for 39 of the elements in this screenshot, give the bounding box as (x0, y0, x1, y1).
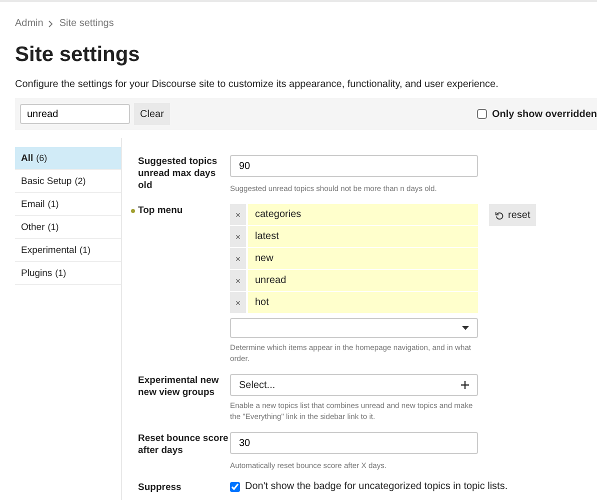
breadcrumb-link[interactable]: Admin (15, 18, 44, 29)
sidebar-item[interactable]: Email (1) (15, 193, 121, 216)
list-item: new (248, 248, 478, 269)
list-item: latest (248, 226, 478, 247)
list-item: unread (248, 270, 478, 291)
reset-button[interactable]: reset (489, 204, 536, 226)
filter-input[interactable]: unread (20, 104, 130, 124)
chevron-icon (48, 20, 54, 28)
checkbox-label: Don't show the badge for uncategorized topics in topic lists. (245, 481, 508, 492)
remove-button[interactable]: × (230, 226, 246, 247)
caret-icon (462, 326, 469, 330)
setting-label: Suggested topics unread max days old (138, 155, 218, 192)
remove-button[interactable]: × (230, 270, 246, 291)
page-title: Site settings (15, 43, 141, 67)
sidebar-item[interactable]: Other (1) (15, 216, 121, 239)
setting-label: Reset bounce score after days (138, 432, 230, 457)
plus-icon (461, 381, 469, 389)
list-item: categories (248, 204, 478, 225)
undo-icon (495, 210, 504, 220)
checkbox-label: Only show overridden (492, 108, 597, 120)
overridden-checkbox[interactable] (476, 109, 487, 119)
setting-label: Experimental new new view groups (138, 374, 220, 399)
clear-button[interactable]: Clear (134, 103, 170, 125)
setting-label: Top menu (138, 204, 184, 217)
sidebar-item[interactable]: Plugins (1) (15, 262, 121, 285)
setting-input[interactable]: 30 (230, 432, 478, 454)
sidebar-item[interactable]: All (6) (15, 147, 121, 170)
setting-checkbox[interactable] (230, 482, 240, 492)
remove-button[interactable]: × (230, 204, 246, 225)
select-field[interactable]: Select... (230, 374, 478, 396)
breadcrumb-current: Site settings (59, 18, 114, 29)
setting-input[interactable]: 90 (230, 155, 478, 177)
list-item: hot (248, 292, 478, 313)
setting-label: Suppress (138, 481, 182, 494)
page-description: Configure the settings for your Discourse site to customize its appearance, functionality, and user experience. (15, 79, 500, 90)
remove-button[interactable]: × (230, 292, 246, 313)
remove-button[interactable]: × (230, 248, 246, 269)
sidebar-item[interactable]: Experimental (1) (15, 239, 121, 262)
sidebar-item[interactable]: Basic Setup (2) (15, 170, 121, 193)
